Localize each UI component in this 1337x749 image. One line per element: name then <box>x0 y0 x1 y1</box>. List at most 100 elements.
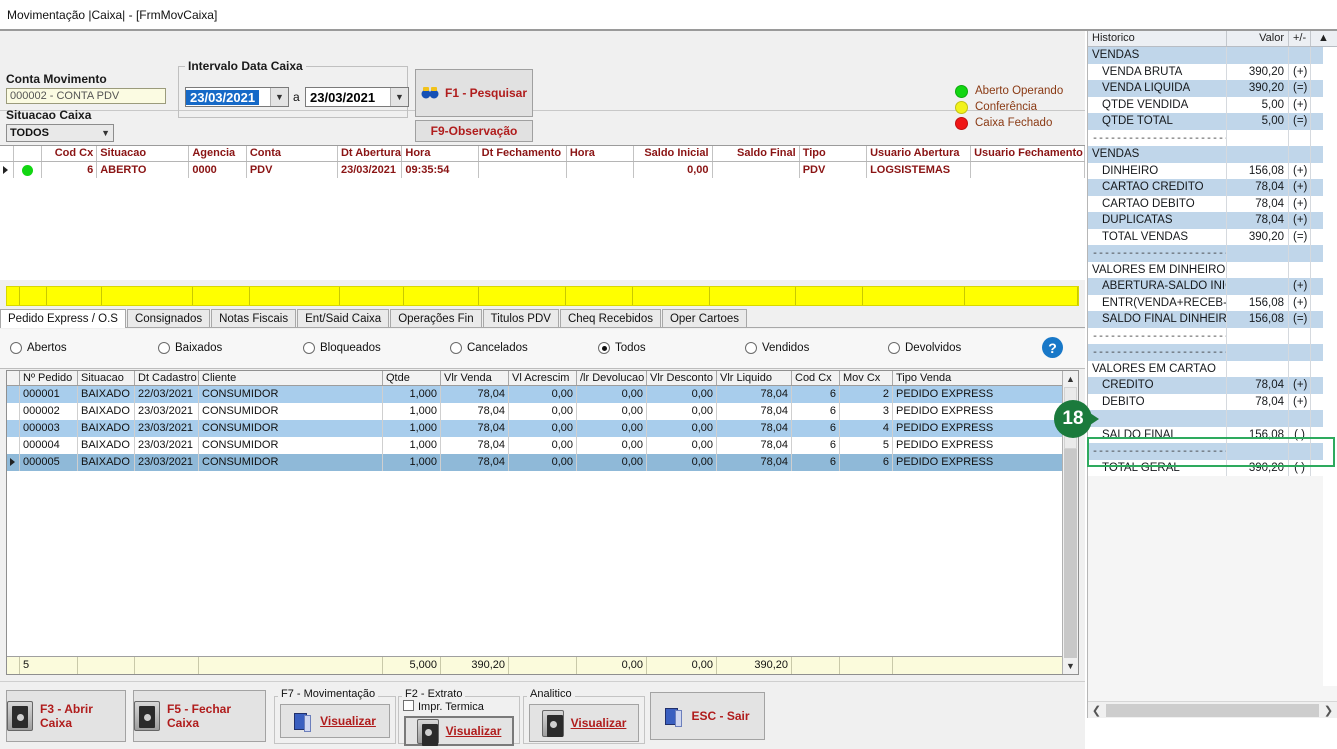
tab-6[interactable]: Cheq Recebidos <box>559 309 661 327</box>
fechar-caixa-button[interactable]: F5 - Fechar Caixa <box>133 690 266 742</box>
historico-sign: (=) <box>1289 80 1311 97</box>
historico-sign: (+) <box>1289 195 1311 212</box>
scrollbar-track[interactable] <box>1064 449 1077 658</box>
historico-value: 156,08 <box>1227 162 1289 179</box>
historico-row[interactable]: VALORES EM CARTAO <box>1088 360 1337 377</box>
historico-row[interactable]: CREDITO 78,04 (+) <box>1088 377 1337 394</box>
historico-label: ------------------------------- <box>1088 443 1227 460</box>
historico-label <box>1088 410 1227 427</box>
conta-movimento-input[interactable]: 000002 - CONTA PDV <box>6 88 166 104</box>
pedido-status-filter-row[interactable]: ? Abertos Baixados Bloqueados Cancelados Tod… <box>0 329 1085 369</box>
pedido-cell: 0,00 <box>647 437 717 454</box>
pedido-cell: 6 <box>792 403 840 420</box>
yellow-seg <box>566 287 633 305</box>
help-icon[interactable]: ? <box>1042 337 1063 358</box>
historico-row[interactable]: SALDO FINAL 156,08( ) <box>1088 426 1337 443</box>
historico-row[interactable]: ENTR(VENDA+RECEB-PG156,08(+) <box>1088 294 1337 311</box>
historico-row[interactable]: ------------------------------- <box>1088 245 1337 262</box>
historico-row[interactable]: TOTAL VENDAS 390,20 (=) <box>1088 228 1337 245</box>
historico-row[interactable]: DINHEIRO 156,08 (+) <box>1088 162 1337 179</box>
historico-row[interactable]: TOTAL GERAL 390,20( ) <box>1088 459 1337 476</box>
chevron-down-icon[interactable]: ▼ <box>270 88 288 106</box>
historico-row[interactable]: ------------------------------- <box>1088 327 1337 344</box>
movimentacao-visualizar-button[interactable]: Visualizar <box>280 704 390 738</box>
scroll-left-icon[interactable]: ❮ <box>1088 704 1105 717</box>
radio-bloqueados[interactable]: Bloqueados <box>303 342 381 354</box>
radio-abertos[interactable]: Abertos <box>10 342 67 354</box>
tab-0[interactable]: Pedido Express / O.S <box>0 309 126 328</box>
impr-termica-label: Impr. Termica <box>418 701 484 713</box>
impr-termica-checkbox[interactable]: Impr. Termica <box>403 700 484 713</box>
historico-row[interactable]: CARTAO CREDITO 78,04 (+) <box>1088 179 1337 196</box>
caixa-grid-row[interactable]: 6 ABERTO 0000 PDV 23/03/2021 09:35:54 0,00 PDV L… <box>0 162 1085 178</box>
historico-row[interactable]: QTDE VENDIDA 5,00 (+) <box>1088 96 1337 113</box>
analitico-visualizar-button[interactable]: Visualizar <box>529 704 639 742</box>
historico-row[interactable]: ------------------------------- <box>1088 344 1337 361</box>
pedidos-grid-body[interactable]: 000001 BAIXADO 22/03/2021 CONSUMIDOR 1,000 78… <box>7 386 1078 471</box>
historico-vertical-scrollbar[interactable] <box>1323 47 1337 686</box>
radio-vendidos[interactable]: Vendidos <box>745 342 809 354</box>
historico-value: 78,04 <box>1227 179 1289 196</box>
historico-row[interactable]: ------------------------------- <box>1088 129 1337 146</box>
historico-value <box>1227 245 1289 262</box>
observacao-button[interactable]: F9-Observação <box>415 120 533 142</box>
historico-horizontal-scrollbar[interactable]: ❮ ❯ <box>1088 701 1337 718</box>
tab-4[interactable]: Operações Fin <box>390 309 482 327</box>
historico-row[interactable]: DEBITO 78,04 (+) <box>1088 393 1337 410</box>
historico-row[interactable]: CARTAO DEBITO 78,04 (+) <box>1088 195 1337 212</box>
historico-row[interactable]: QTDE TOTAL 5,00 (=) <box>1088 113 1337 130</box>
scrollbar-thumb[interactable] <box>1106 703 1319 717</box>
status-legend: Aberto Operando Conferência Caixa Fechad… <box>955 83 1080 131</box>
chevron-down-icon[interactable]: ▼ <box>390 88 408 106</box>
caixa-cell: 6 <box>42 162 98 178</box>
pedidos-grid[interactable]: Nº Pedido Situacao Dt Cadastro Cliente Qtde V… <box>6 370 1079 675</box>
tab-bar[interactable]: Pedido Express / O.S Consignados Notas Fis… <box>0 309 1085 328</box>
historico-row[interactable] <box>1088 410 1337 427</box>
scroll-right-icon[interactable]: ❯ <box>1320 704 1337 717</box>
table-row[interactable]: 000005 BAIXADO 23/03/2021 CONSUMIDOR 1,000 78… <box>7 454 1078 471</box>
table-row[interactable]: 000001 BAIXADO 22/03/2021 CONSUMIDOR 1,000 78… <box>7 386 1078 403</box>
tab-3[interactable]: Ent/Said Caixa <box>297 309 390 327</box>
scroll-up-icon[interactable]: ▲ <box>1311 31 1336 46</box>
historico-row[interactable]: VALORES EM DINHEIRO <box>1088 261 1337 278</box>
historico-row[interactable]: DUPLICATAS 78,04 (+) <box>1088 212 1337 229</box>
legend-label: Caixa Fechado <box>975 117 1053 129</box>
scroll-down-icon[interactable]: ▼ <box>1063 658 1078 674</box>
historico-row[interactable]: ABERTURA-SALDO INICIA (+) <box>1088 278 1337 295</box>
abrir-caixa-button[interactable]: F3 - Abrir Caixa <box>6 690 126 742</box>
radio-cancelados[interactable]: Cancelados <box>450 342 528 354</box>
historico-row[interactable]: VENDA LIQUIDA 390,20 (=) <box>1088 80 1337 97</box>
radio-devolvidos[interactable]: Devolvidos <box>888 342 961 354</box>
historico-row[interactable]: ------------------------------- <box>1088 443 1337 460</box>
table-row[interactable]: 000003 BAIXADO 23/03/2021 CONSUMIDOR 1,000 78… <box>7 420 1078 437</box>
pedido-cell: 1,000 <box>383 437 441 454</box>
tab-1[interactable]: Consignados <box>126 309 211 327</box>
date-to-field[interactable]: 23/03/2021 ▼ <box>305 87 409 107</box>
sair-button[interactable]: ESC - Sair <box>650 692 765 740</box>
tab-5[interactable]: Titulos PDV <box>482 309 559 327</box>
historico-panel[interactable]: Historico Valor +/- ▲ VENDAS VENDA BRUTA 3… <box>1087 31 1337 718</box>
historico-row[interactable]: VENDA BRUTA 390,20 (+) <box>1088 63 1337 80</box>
legend-item: Aberto Operando <box>955 83 1080 99</box>
scroll-up-icon[interactable]: ▲ <box>1063 371 1078 387</box>
caixa-grid[interactable]: Cod Cx Situacao Agencia Conta Dt Abertura Hor… <box>0 145 1085 280</box>
status-dot-yellow-icon <box>955 100 968 114</box>
row-pointer-icon <box>10 458 15 466</box>
yellow-seg <box>102 287 194 305</box>
extrato-visualizar-button[interactable]: Visualizar <box>404 716 514 746</box>
date-from-field[interactable]: 23/03/2021 ▼ <box>185 87 289 107</box>
historico-row[interactable]: VENDAS <box>1088 146 1337 163</box>
radio-todos[interactable]: Todos <box>598 342 646 354</box>
table-row[interactable]: 000004 BAIXADO 23/03/2021 CONSUMIDOR 1,000 78… <box>7 437 1078 454</box>
historico-row[interactable]: VENDAS <box>1088 47 1337 64</box>
pedido-cell: BAIXADO <box>78 386 135 403</box>
tab-7[interactable]: Oper Cartoes <box>661 309 747 327</box>
table-row[interactable]: 000002 BAIXADO 23/03/2021 CONSUMIDOR 1,000 78… <box>7 403 1078 420</box>
historico-row[interactable]: SALDO FINAL DINHEIRO 156,08 (=) <box>1088 311 1337 328</box>
radio-baixados[interactable]: Baixados <box>158 342 222 354</box>
pedido-cell: 0,00 <box>647 454 717 471</box>
tab-2[interactable]: Notas Fiscais <box>211 309 297 327</box>
pesquisar-button[interactable]: F1 - Pesquisar <box>415 69 533 117</box>
situacao-caixa-select[interactable]: TODOS ▼ <box>6 124 114 142</box>
historico-list[interactable]: VENDAS VENDA BRUTA 390,20 (+) VENDA LIQUIDA 3… <box>1088 47 1337 476</box>
